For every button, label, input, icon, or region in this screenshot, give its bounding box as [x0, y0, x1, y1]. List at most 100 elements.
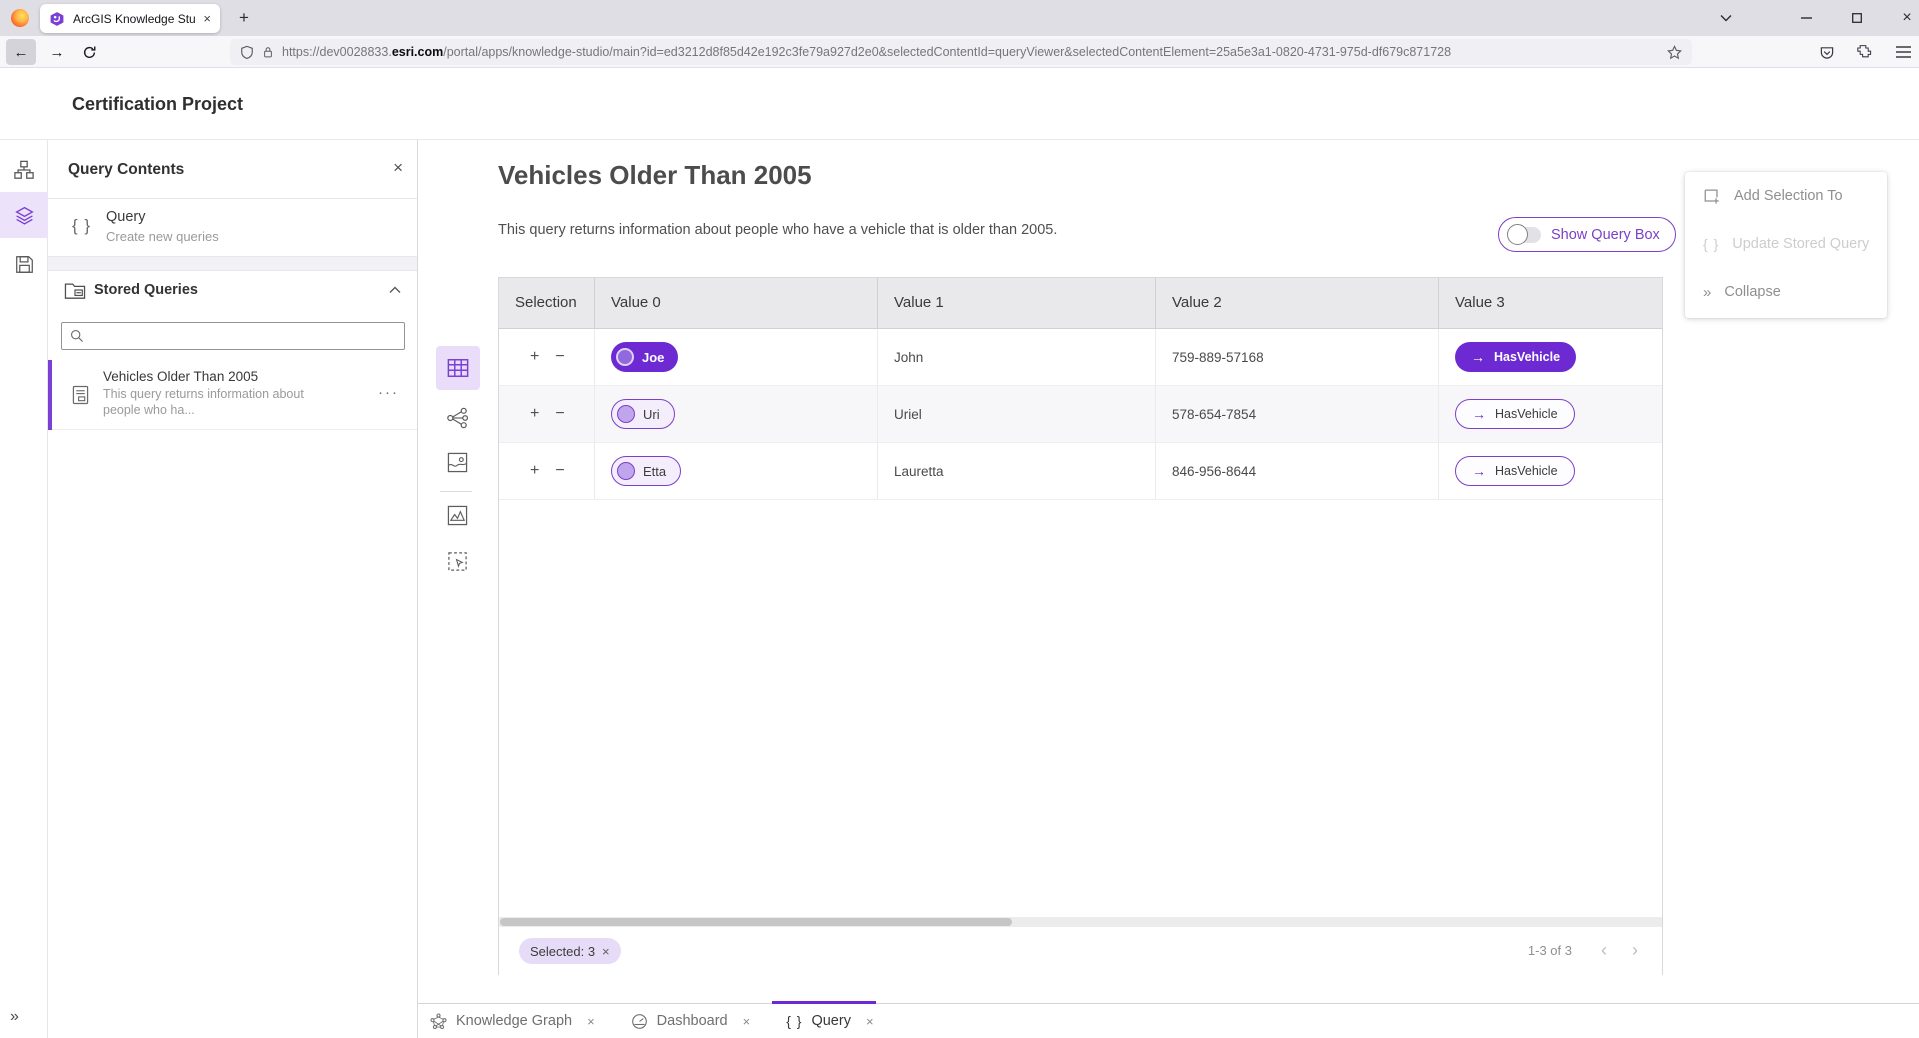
bookmark-star-icon[interactable] — [1667, 45, 1682, 60]
stored-query-desc-line1: This query returns information about — [103, 387, 304, 401]
window-close-icon[interactable]: × — [1893, 6, 1919, 30]
chevrons-right-icon: » — [1703, 284, 1711, 301]
query-create-item[interactable]: { } Query Create new queries — [48, 199, 417, 257]
remove-selection-button[interactable]: − — [555, 348, 564, 366]
column-header[interactable]: Value 3 — [1439, 278, 1662, 328]
link-chart-icon — [446, 407, 469, 429]
menu-item-add-selection-to[interactable]: Add Selection To — [1685, 172, 1887, 220]
screen: ArcGIS Knowledge Studio × + × ← → https:… — [0, 0, 1919, 1038]
left-rail — [0, 140, 48, 1038]
reload-button[interactable] — [76, 39, 102, 65]
sidebar-item-contents[interactable] — [0, 192, 48, 238]
relationship-pill[interactable]: →HasVehicle — [1455, 399, 1575, 429]
stored-queries-search-input[interactable] — [91, 329, 396, 344]
stored-queries-search[interactable] — [61, 322, 405, 350]
clear-selection-icon[interactable]: × — [602, 944, 610, 959]
window-minimize-icon[interactable] — [1792, 6, 1820, 30]
url-bar[interactable]: https://dev0028833.esri.com/portal/apps/… — [230, 39, 1692, 65]
remove-selection-button[interactable]: − — [555, 462, 564, 480]
tool-add-to-map[interactable] — [444, 502, 470, 528]
relationship-pill[interactable]: →HasVehicle — [1455, 342, 1576, 372]
tool-selection[interactable] — [444, 548, 470, 574]
panel-close-icon[interactable]: × — [393, 158, 403, 178]
tab-close-icon[interactable]: × — [743, 1014, 751, 1029]
sidebar-item-save[interactable] — [0, 242, 48, 286]
stored-queries-header[interactable]: Stored Queries — [48, 271, 417, 311]
horizontal-scrollbar[interactable] — [499, 917, 1662, 927]
relationship-pill[interactable]: →HasVehicle — [1455, 456, 1575, 486]
arrow-right-icon: → — [1472, 463, 1486, 479]
panel-separator — [48, 257, 417, 271]
pocket-icon[interactable] — [1814, 39, 1840, 65]
marquee-select-icon — [447, 551, 468, 572]
stored-queries-title: Stored Queries — [94, 282, 198, 298]
selection-cell: + − — [499, 329, 595, 385]
relationship-cell: →HasVehicle — [1439, 443, 1662, 499]
selected-count-label: Selected: 3 — [530, 944, 595, 959]
entity-pill[interactable]: Uri — [611, 399, 675, 429]
firefox-logo-icon[interactable] — [11, 9, 29, 27]
braces-icon: { } — [72, 216, 91, 236]
lock-icon[interactable] — [262, 45, 274, 59]
add-selection-button[interactable]: + — [530, 462, 539, 480]
browser-nav-bar: ← → https://dev0028833.esri.com/portal/a… — [0, 36, 1919, 68]
remove-selection-button[interactable]: − — [555, 405, 564, 423]
panel-header: Query Contents × — [48, 140, 417, 199]
tool-map[interactable] — [444, 449, 470, 475]
tab-close-icon[interactable]: × — [587, 1014, 595, 1029]
toggle-switch[interactable] — [1509, 227, 1541, 243]
tab-knowledge-graph[interactable]: Knowledge Graph × — [430, 1013, 595, 1030]
tab-label: Query — [811, 1013, 851, 1029]
tab-close-icon[interactable]: × — [203, 11, 211, 26]
column-header[interactable]: Value 0 — [595, 278, 878, 328]
entity-pill[interactable]: Joe — [611, 342, 678, 372]
menu-icon[interactable] — [1890, 39, 1916, 65]
show-query-box-toggle[interactable]: Show Query Box — [1498, 217, 1676, 252]
stored-query-list-item[interactable]: Vehicles Older Than 2005 This query retu… — [48, 360, 417, 430]
tab-query[interactable]: { } Query × — [786, 1013, 873, 1029]
entity-pill[interactable]: Etta — [611, 456, 681, 486]
selected-count-chip[interactable]: Selected: 3 × — [519, 938, 621, 964]
toggle-knob — [1507, 224, 1528, 245]
add-selection-button[interactable]: + — [530, 348, 539, 366]
scrollbar-thumb[interactable] — [500, 918, 1012, 926]
value-cell: John — [878, 329, 1156, 385]
stored-query-desc-line2: people who ha... — [103, 403, 195, 417]
arrow-right-icon: → — [1472, 406, 1486, 422]
next-page-icon[interactable]: › — [1632, 927, 1638, 975]
column-header[interactable]: Value 2 — [1156, 278, 1439, 328]
sidebar-item-data-model[interactable] — [0, 148, 48, 192]
tab-dashboard[interactable]: Dashboard × — [631, 1013, 751, 1030]
sitemap-icon — [14, 160, 34, 180]
window-maximize-icon[interactable] — [1843, 6, 1871, 30]
column-header[interactable]: Value 1 — [878, 278, 1156, 328]
shield-icon[interactable] — [240, 45, 254, 60]
list-tabs-icon[interactable] — [1712, 6, 1740, 30]
item-options-icon[interactable]: ··· — [378, 384, 399, 401]
value-cell: Uriel — [878, 386, 1156, 442]
browser-tab[interactable]: ArcGIS Knowledge Studio × — [40, 4, 220, 33]
add-selection-button[interactable]: + — [530, 405, 539, 423]
back-button[interactable]: ← — [6, 39, 36, 65]
save-icon — [15, 255, 34, 274]
table-footer: Selected: 3 × 1-3 of 3 ‹ › — [499, 927, 1662, 975]
braces-icon: { } — [786, 1013, 802, 1029]
tab-label: Dashboard — [657, 1013, 728, 1029]
column-header[interactable]: Selection — [499, 278, 595, 328]
panel-title: Query Contents — [68, 140, 184, 199]
new-tab-button[interactable]: + — [231, 5, 257, 31]
forward-button[interactable]: → — [44, 39, 70, 65]
extensions-icon[interactable] — [1852, 39, 1878, 65]
tab-close-icon[interactable]: × — [866, 1014, 874, 1029]
menu-item-collapse[interactable]: » Collapse — [1685, 268, 1887, 316]
chevron-up-icon[interactable] — [389, 286, 401, 294]
prev-page-icon[interactable]: ‹ — [1601, 927, 1607, 975]
table-icon — [447, 358, 469, 378]
tool-link-chart[interactable] — [444, 405, 470, 431]
active-tab-indicator — [772, 1001, 876, 1004]
expand-rail-button[interactable]: » — [10, 1008, 19, 1026]
tool-table-view[interactable] — [436, 346, 480, 390]
selection-cell: + − — [499, 386, 595, 442]
menu-item-label: Add Selection To — [1734, 188, 1843, 204]
app-tab-icon — [49, 11, 65, 27]
